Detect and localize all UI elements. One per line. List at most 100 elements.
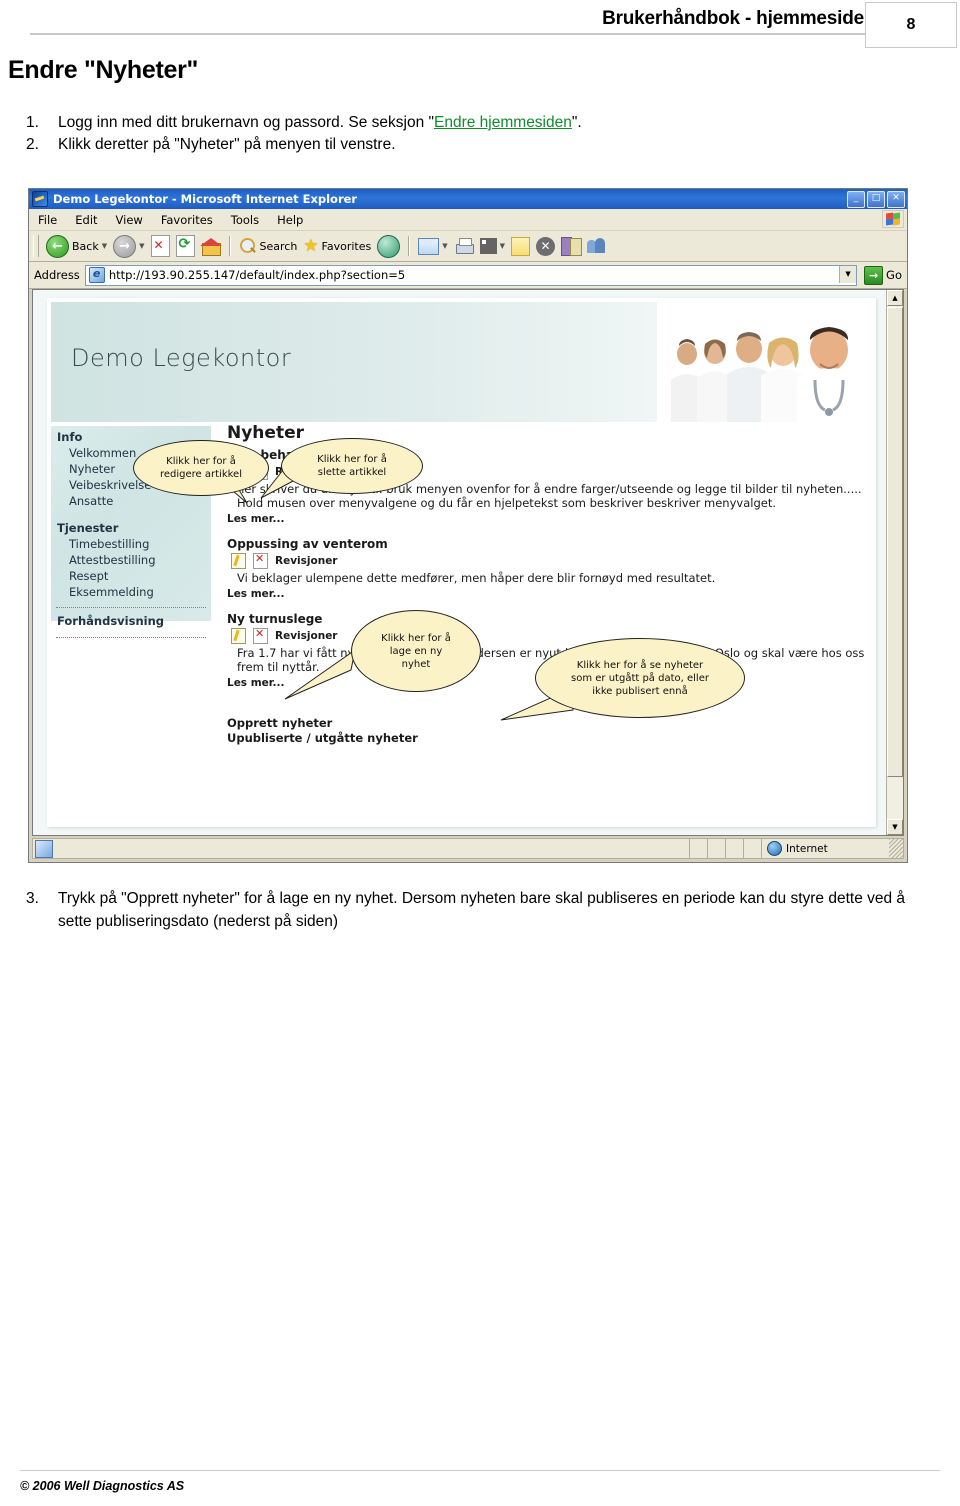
scroll-down-icon[interactable]: ▼ (887, 819, 903, 835)
messenger-button[interactable]: ✕ (533, 234, 558, 258)
link-endre-hjemmesiden[interactable]: Endre hjemmesiden (434, 114, 572, 131)
delete-article-icon[interactable] (253, 627, 268, 644)
callout-expired-news: Klikk her for å se nyheter som er utgått … (535, 638, 745, 718)
menu-item-tools[interactable]: Tools (222, 213, 268, 227)
doctors-photo (657, 302, 872, 422)
callout-create-news-text: Klikk her for å lage en ny nyhet (381, 632, 451, 670)
page-number-box: 8 (865, 2, 957, 48)
address-label: Address (34, 268, 80, 282)
search-button[interactable]: Search (236, 234, 301, 258)
browser-window-screenshot: Demo Legekontor - Microsoft Internet Exp… (28, 188, 908, 863)
refresh-icon (175, 235, 195, 257)
forward-button[interactable]: → ▼ (110, 234, 147, 258)
site-content-wrapper: Demo Legekontor Info Velkommen Nyheter V… (47, 298, 876, 827)
sidebar-divider (56, 637, 206, 638)
callout-expired-news-text: Klikk her for å se nyheter som er utgått … (571, 659, 709, 697)
notes-button[interactable] (508, 234, 533, 258)
back-arrow-icon: ← (46, 234, 69, 258)
revisions-link[interactable]: Revisjoner (275, 554, 338, 568)
status-page-icon (35, 839, 53, 858)
browser-addressbar: Address http://193.90.255.147/default/in… (29, 262, 907, 289)
browser-viewport: Demo Legekontor Info Velkommen Nyheter V… (32, 289, 904, 836)
address-dropdown-icon[interactable]: ▼ (839, 265, 857, 283)
go-label: Go (886, 268, 902, 282)
instruction-list-bottom: 3. Trykk på "Opprett nyheter" for å lage… (26, 887, 916, 934)
mail-button[interactable]: ▼ (415, 234, 450, 258)
article-actions: Revisjoner (231, 627, 870, 644)
read-more-link[interactable]: Les mer... (227, 587, 870, 601)
link-opprett-nyheter[interactable]: Opprett nyheter (227, 716, 870, 731)
maximize-icon[interactable]: □ (867, 191, 885, 208)
callout-delete-article: Klikk her for å slette artikkel (281, 438, 423, 494)
scrollbar-thumb[interactable] (887, 307, 903, 777)
delete-article-icon[interactable] (253, 552, 268, 569)
page-favicon-icon (88, 267, 105, 283)
callout-create-news: Klikk her for å lage en ny nyhet (351, 610, 481, 692)
menu-item-view[interactable]: View (107, 213, 152, 227)
edit-article-icon[interactable] (231, 628, 246, 644)
read-more-link[interactable]: Les mer... (227, 512, 870, 526)
print-button[interactable] (451, 234, 477, 258)
document-header: Brukerhåndbok - hjemmeside 8 (0, 0, 960, 48)
toolbar-grip[interactable] (33, 235, 39, 257)
home-button[interactable] (198, 234, 224, 258)
step-number: 3. (26, 890, 39, 907)
forward-arrow-icon: → (113, 234, 137, 258)
address-url-text: http://193.90.255.147/default/index.php?… (108, 268, 406, 282)
sidebar-item-forhandsvisning[interactable]: Forhåndsvisning (51, 612, 211, 630)
address-input[interactable]: http://193.90.255.147/default/index.php?… (84, 264, 858, 286)
sidebar-item-timebestilling[interactable]: Timebestilling (51, 536, 211, 552)
printer-icon (454, 238, 474, 254)
go-button[interactable]: → Go (859, 265, 907, 285)
callout-edit-article-text: Klikk her for å redigere artikkel (160, 456, 242, 480)
close-icon[interactable]: ✕ (887, 191, 905, 208)
search-icon (239, 237, 257, 255)
scroll-up-icon[interactable]: ▲ (887, 290, 903, 306)
step-text-after: ". (571, 114, 582, 131)
footer-divider (20, 1470, 940, 1471)
favorites-button[interactable]: ★ Favorites (300, 234, 374, 258)
people-icon (586, 237, 606, 255)
revisions-link[interactable]: Revisjoner (275, 629, 338, 643)
toolbar-separator (408, 236, 411, 256)
favorites-label: Favorites (321, 239, 372, 253)
stop-button[interactable] (148, 234, 173, 258)
sidebar-item-resept[interactable]: Resept (51, 568, 211, 584)
internet-explorer-icon (32, 191, 48, 207)
site-banner-title: Demo Legekontor (71, 344, 292, 372)
sidebar-heading-tjenester: Tjenester (57, 521, 119, 535)
menu-item-favorites[interactable]: Favorites (152, 213, 222, 227)
menu-item-edit[interactable]: Edit (66, 213, 106, 227)
minimize-icon[interactable]: _ (847, 191, 865, 208)
edit-button[interactable]: ▼ (477, 234, 508, 258)
article-body: Vi beklager ulempene dette medfører, men… (237, 571, 716, 585)
chevron-down-icon[interactable]: ▼ (442, 242, 447, 250)
media-button[interactable] (374, 234, 403, 258)
status-cell (744, 839, 762, 858)
step-text-before: Logg inn med ditt brukernavn og passord.… (58, 114, 435, 131)
menu-item-file[interactable]: File (29, 213, 66, 227)
chevron-down-icon[interactable]: ▼ (102, 242, 107, 250)
news-bottom-links: Opprett nyheter Upubliserte / utgåtte ny… (227, 716, 870, 746)
status-zone-label: Internet (786, 842, 828, 855)
list-item: 3. Trykk på "Opprett nyheter" for å lage… (26, 887, 916, 933)
vertical-scrollbar[interactable]: ▲ ▼ (886, 290, 903, 835)
chevron-down-icon[interactable]: ▼ (139, 242, 144, 250)
status-cell (690, 839, 708, 858)
refresh-button[interactable] (173, 234, 198, 258)
sidebar-item-eksemmelding[interactable]: Eksemmelding (51, 584, 211, 600)
research-icon (561, 237, 583, 256)
research-button[interactable] (558, 234, 583, 258)
go-arrow-icon: → (864, 265, 884, 285)
browser-titlebar: Demo Legekontor - Microsoft Internet Exp… (29, 189, 907, 209)
sidebar-item-attestbestilling[interactable]: Attestbestilling (51, 552, 211, 568)
link-upubliserte-utgatte-nyheter[interactable]: Upubliserte / utgåtte nyheter (227, 731, 870, 746)
step-number: 2. (26, 136, 39, 153)
back-button[interactable]: ← Back ▼ (43, 234, 110, 258)
people-button[interactable] (583, 234, 609, 258)
menu-item-help[interactable]: Help (268, 213, 312, 227)
window-title: Demo Legekontor - Microsoft Internet Exp… (53, 192, 358, 206)
chevron-down-icon[interactable]: ▼ (500, 242, 505, 250)
edit-article-icon[interactable] (231, 553, 246, 569)
resize-grip-icon[interactable] (889, 839, 903, 858)
